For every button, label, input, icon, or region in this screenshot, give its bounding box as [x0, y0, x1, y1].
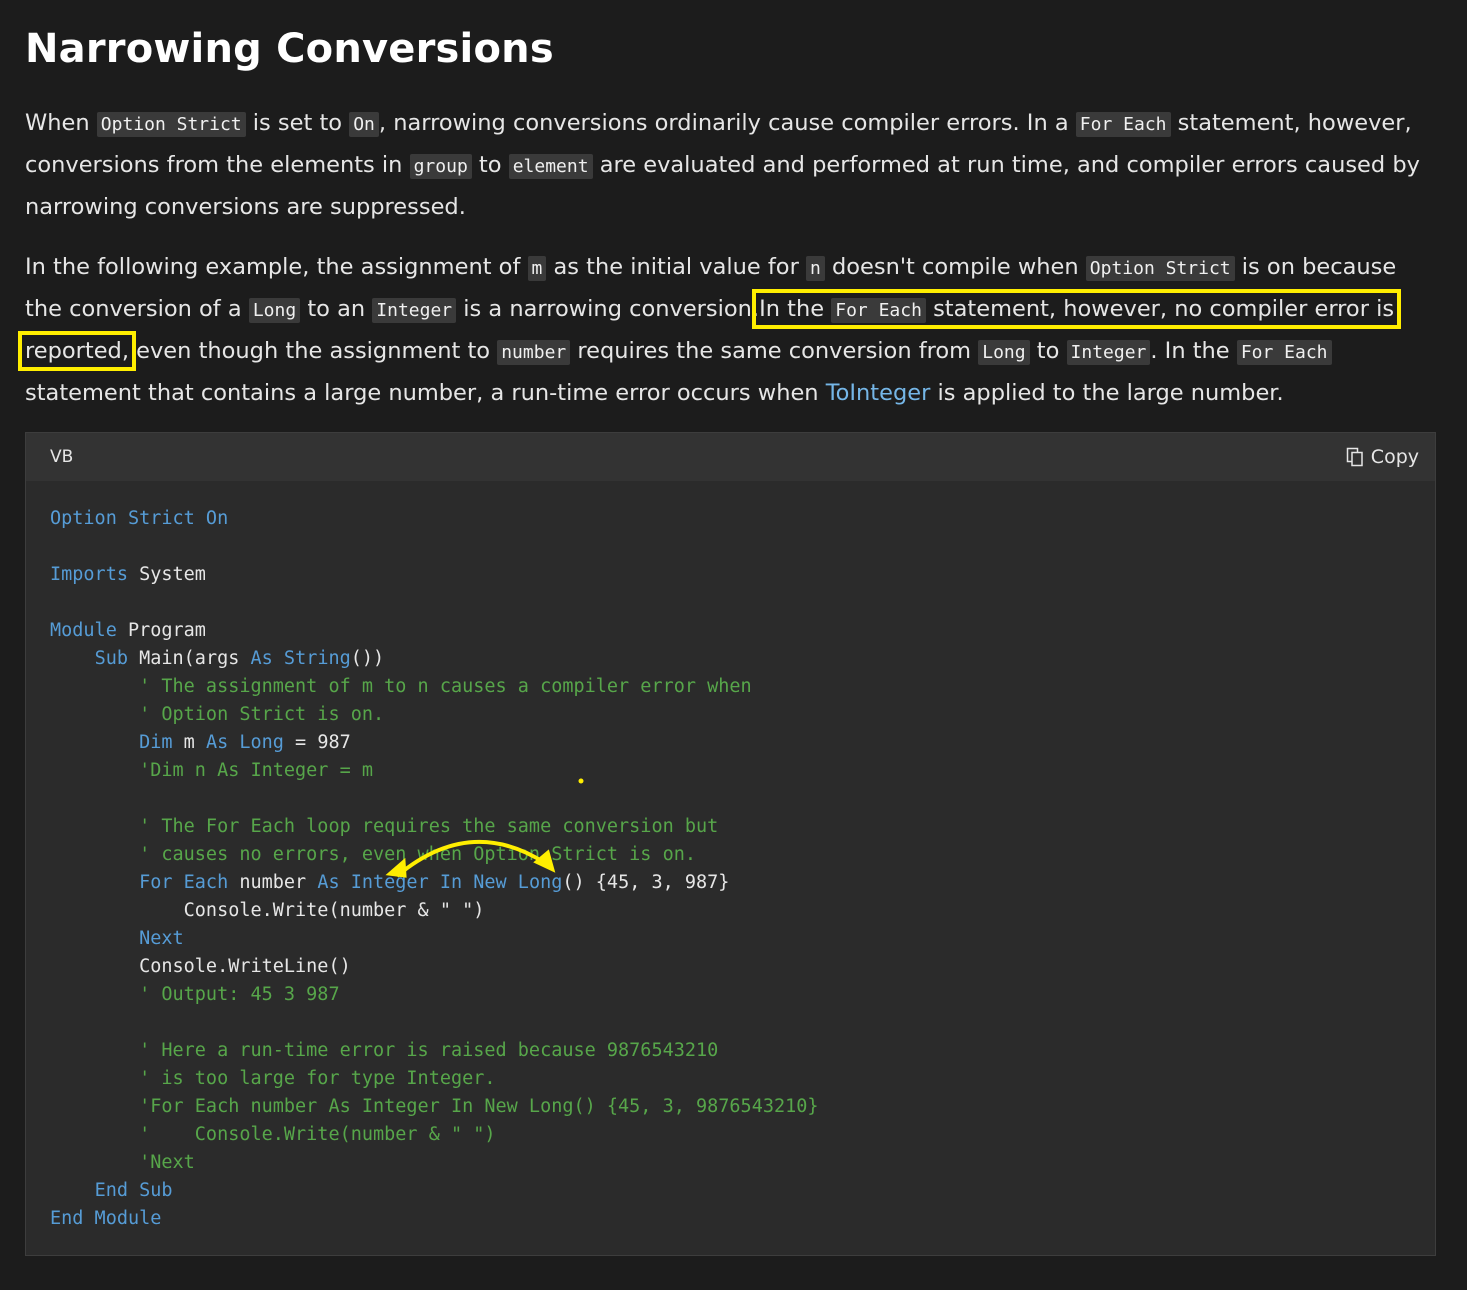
code-comment: 'For Each number As Integer In New Long(… — [50, 1096, 819, 1117]
code-keyword: End Module — [50, 1208, 162, 1229]
code-comment: ' Output: 45 3 987 — [50, 984, 340, 1005]
copy-button[interactable]: Copy — [1345, 446, 1419, 468]
code-keyword: As Integer In New Long — [317, 872, 563, 893]
inline-code: m — [527, 256, 547, 281]
code-comment: 'Next — [50, 1152, 195, 1173]
code-keyword: Module — [50, 620, 117, 641]
code-line: Module Program — [50, 617, 819, 645]
code-comment: ' Here a run-time error is raised becaus… — [50, 1040, 719, 1061]
code-keyword: Dim — [139, 732, 173, 753]
code-line: Console.Write(number & " ") — [50, 897, 819, 925]
inline-code: Long — [978, 340, 1030, 365]
code-line: Option Strict On — [50, 505, 819, 533]
code-line: Console.WriteLine() — [50, 953, 819, 981]
code-keyword: End Sub — [94, 1180, 173, 1201]
code-line: For Each number As Integer In New Long()… — [50, 869, 819, 897]
code-line: ' is too large for type Integer. — [50, 1065, 819, 1093]
inline-code: On — [349, 112, 379, 137]
code-line: 'For Each number As Integer In New Long(… — [50, 1093, 819, 1121]
code-line: ' Option Strict is on. — [50, 701, 819, 729]
code-line: Next — [50, 925, 819, 953]
code-keyword: As String — [250, 648, 351, 669]
code-token: m — [172, 732, 206, 753]
inline-code: Option Strict — [1085, 256, 1235, 281]
code-comment: ' causes no errors, even when Option Str… — [50, 844, 697, 865]
code-comment: ' The For Each loop requires the same co… — [50, 816, 719, 837]
code-token: System — [127, 564, 206, 585]
code-token: Main(args — [127, 648, 251, 669]
code-keyword: Imports — [50, 564, 128, 585]
code-token: = 987 — [283, 732, 351, 753]
code-header: VB Copy — [26, 433, 1435, 481]
code-line: ' Here a run-time error is raised becaus… — [50, 1037, 819, 1065]
code-line: ' Output: 45 3 987 — [50, 981, 819, 1009]
code-keyword: For Each — [139, 872, 229, 893]
code-comment: ' Option Strict is on. — [50, 704, 385, 725]
paragraph-example: In the following example, the assignment… — [17, 254, 1402, 406]
code-keyword: As Long — [205, 732, 284, 753]
code-keyword: Sub — [94, 648, 128, 669]
code-text: Option Strict On Imports System Module Pro… — [50, 505, 819, 1233]
inline-code: For Each — [831, 298, 926, 323]
code-token: () {45, 3, 987} — [562, 872, 730, 893]
code-keyword: Next — [139, 928, 184, 949]
code-line: 'Dim n As Integer = m — [50, 757, 819, 785]
code-line: End Module — [50, 1205, 819, 1233]
code-line: End Sub — [50, 1177, 819, 1205]
code-keyword: Option Strict On — [50, 508, 229, 529]
inline-code: group — [409, 154, 472, 179]
inline-code: Long — [248, 298, 301, 323]
code-token: Program — [116, 620, 206, 641]
code-line: 'Next — [50, 1149, 819, 1177]
code-line: ' causes no errors, even when Option Str… — [50, 841, 819, 869]
inline-code: For Each — [1236, 340, 1332, 365]
copy-label: Copy — [1370, 446, 1419, 468]
code-block: VB Copy Option Strict On Imports System Mo… — [25, 432, 1436, 1256]
inline-code: Integer — [1066, 340, 1151, 365]
code-token: number — [228, 872, 318, 893]
code-line: ' Console.Write(number & " ") — [50, 1121, 819, 1149]
copy-icon — [1346, 447, 1363, 467]
code-line: ' The assignment of m to n causes a comp… — [50, 673, 819, 701]
page-title: Narrowing Conversions — [25, 26, 554, 72]
code-line: Imports System — [50, 561, 819, 589]
code-token: Console.Write(number & " ") — [50, 900, 485, 921]
code-content: Option Strict On Imports System Module Pro… — [50, 505, 819, 1233]
code-line: ' The For Each loop requires the same co… — [50, 813, 819, 841]
inline-code: Integer — [372, 298, 457, 323]
code-comment: 'Dim n As Integer = m — [50, 760, 374, 781]
paragraph-option-strict: When Option Strict is set to On, narrowi… — [25, 110, 1420, 220]
inline-code: number — [497, 340, 571, 365]
inline-code: For Each — [1075, 112, 1171, 137]
tointeger-link[interactable]: ToInteger — [826, 380, 931, 406]
code-comment: ' is too large for type Integer. — [50, 1068, 496, 1089]
code-token: ()) — [350, 648, 385, 669]
inline-code: n — [805, 256, 825, 281]
code-comment: ' Console.Write(number & " ") — [50, 1124, 496, 1145]
inline-code: Option Strict — [96, 112, 246, 137]
inline-code: element — [508, 154, 593, 179]
code-line: Sub Main(args As String()) — [50, 645, 819, 673]
code-token: Console.WriteLine() — [50, 956, 351, 977]
code-comment: ' The assignment of m to n causes a comp… — [50, 676, 752, 697]
code-line: Dim m As Long = 987 — [50, 729, 819, 757]
code-language: VB — [50, 447, 74, 467]
